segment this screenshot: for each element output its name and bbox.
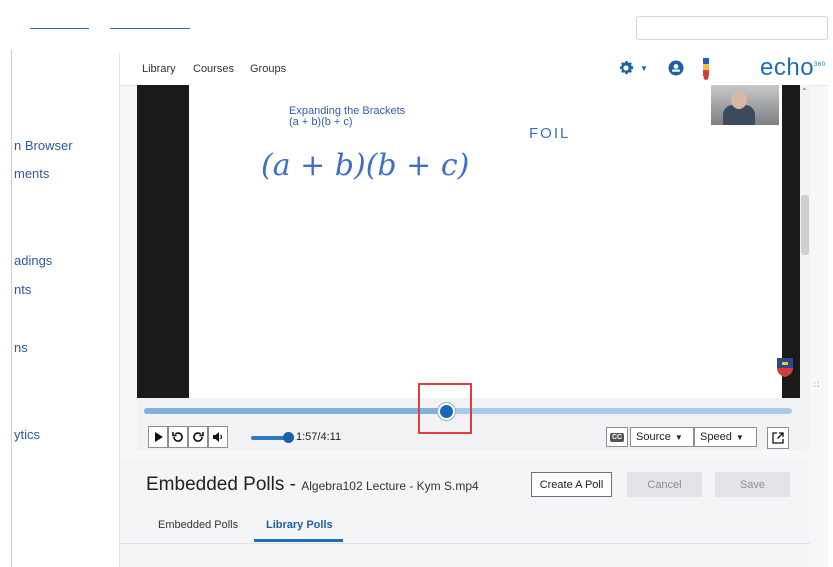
tab-embedded-polls[interactable]: Embedded Polls <box>158 519 238 531</box>
sidebar-link-discussions[interactable]: ns <box>14 340 104 355</box>
search-input[interactable] <box>636 16 828 40</box>
board-expression: (a + b)(b + c) <box>289 116 353 128</box>
sidebar-border <box>11 50 12 567</box>
university-crest-icon <box>777 358 793 377</box>
top-nav-link[interactable] <box>30 28 89 29</box>
volume-handle[interactable] <box>283 432 294 443</box>
embedded-polls-panel: Embedded Polls - Algebra102 Lecture - Ky… <box>120 459 810 567</box>
save-button[interactable]: Save <box>715 472 790 497</box>
chevron-down-icon: ▼ <box>674 432 683 442</box>
sidebar-link-students[interactable]: nts <box>14 282 104 297</box>
handwritten-expression-text: (a + b)(b + c) <box>261 148 469 183</box>
presenter-camera[interactable] <box>711 85 779 125</box>
source-label: Source <box>636 431 671 443</box>
rewind-icon <box>172 432 183 442</box>
tab-library-polls[interactable]: Library Polls <box>266 519 333 531</box>
progress-fill <box>144 408 446 414</box>
panel-divider <box>120 543 810 544</box>
echo360-logo[interactable]: echo360 <box>760 54 826 82</box>
progress-handle-highlight <box>417 383 472 434</box>
chevron-down-icon[interactable]: ▼ <box>640 64 648 73</box>
sidebar-link-readings[interactable]: adings <box>14 253 104 268</box>
speed-label: Speed <box>700 431 732 443</box>
nav-courses[interactable]: Courses <box>193 63 234 75</box>
popout-button[interactable] <box>767 427 789 449</box>
active-tab-indicator <box>254 539 343 542</box>
external-link-icon <box>772 432 784 444</box>
play-button[interactable] <box>148 426 168 448</box>
forward-icon <box>193 432 204 442</box>
sidebar-link-analytics[interactable]: ytics <box>14 427 104 442</box>
handwritten-foil-note: FOIL <box>529 125 571 142</box>
scroll-up-icon[interactable]: ⌃ <box>801 87 808 96</box>
echo-frame: Library Courses Groups ▼ echo360 Expandi… <box>119 53 828 567</box>
volume-button[interactable] <box>208 426 228 448</box>
speed-dropdown[interactable]: Speed ▼ <box>694 427 757 447</box>
institution-crest-icon <box>703 58 709 80</box>
top-nav-link[interactable] <box>110 28 190 29</box>
scrollbar[interactable]: ⌃ <box>800 85 810 450</box>
video-player[interactable]: Expanding the Brackets (a + b)(b + c) (a… <box>137 85 819 450</box>
create-poll-button[interactable]: Create A Poll <box>531 472 612 497</box>
sidebar-link-assignments[interactable]: ments <box>14 166 104 181</box>
volume-slider[interactable] <box>251 436 287 440</box>
nav-groups[interactable]: Groups <box>250 63 286 75</box>
nav-library[interactable]: Library <box>142 63 176 75</box>
source-dropdown[interactable]: Source ▼ <box>630 427 694 447</box>
fullscreen-corner-icon[interactable]: ⛶ <box>814 382 819 390</box>
scrollbar-thumb[interactable] <box>801 195 809 255</box>
user-icon[interactable] <box>667 59 685 77</box>
forward-button[interactable] <box>188 426 208 448</box>
player-controls: 1:57/4:11 CC Source ▼ Speed ▼ <box>137 383 800 450</box>
gear-icon[interactable] <box>617 59 635 77</box>
polls-title: Embedded Polls - Algebra102 Lecture - Ky… <box>146 474 479 496</box>
polls-media-name: Algebra102 Lecture - Kym S.mp4 <box>301 479 479 493</box>
time-display: 1:57/4:11 <box>296 431 342 443</box>
volume-icon <box>213 432 223 442</box>
sidebar-link-browser[interactable]: n Browser <box>14 138 104 153</box>
handwritten-expression: (a + b)(b + c) <box>261 148 469 183</box>
echo-topbar: Library Courses Groups ▼ echo360 <box>120 53 828 86</box>
cc-icon: CC <box>609 432 625 442</box>
play-icon <box>154 432 163 442</box>
presenter-head <box>731 91 747 109</box>
chevron-down-icon: ▼ <box>735 432 744 442</box>
video-frame: Expanding the Brackets (a + b)(b + c) (a… <box>189 85 819 398</box>
cancel-button[interactable]: Cancel <box>627 472 702 497</box>
polls-heading: Embedded Polls - <box>146 474 302 495</box>
captions-button[interactable]: CC <box>606 427 628 447</box>
rewind-button[interactable] <box>168 426 188 448</box>
